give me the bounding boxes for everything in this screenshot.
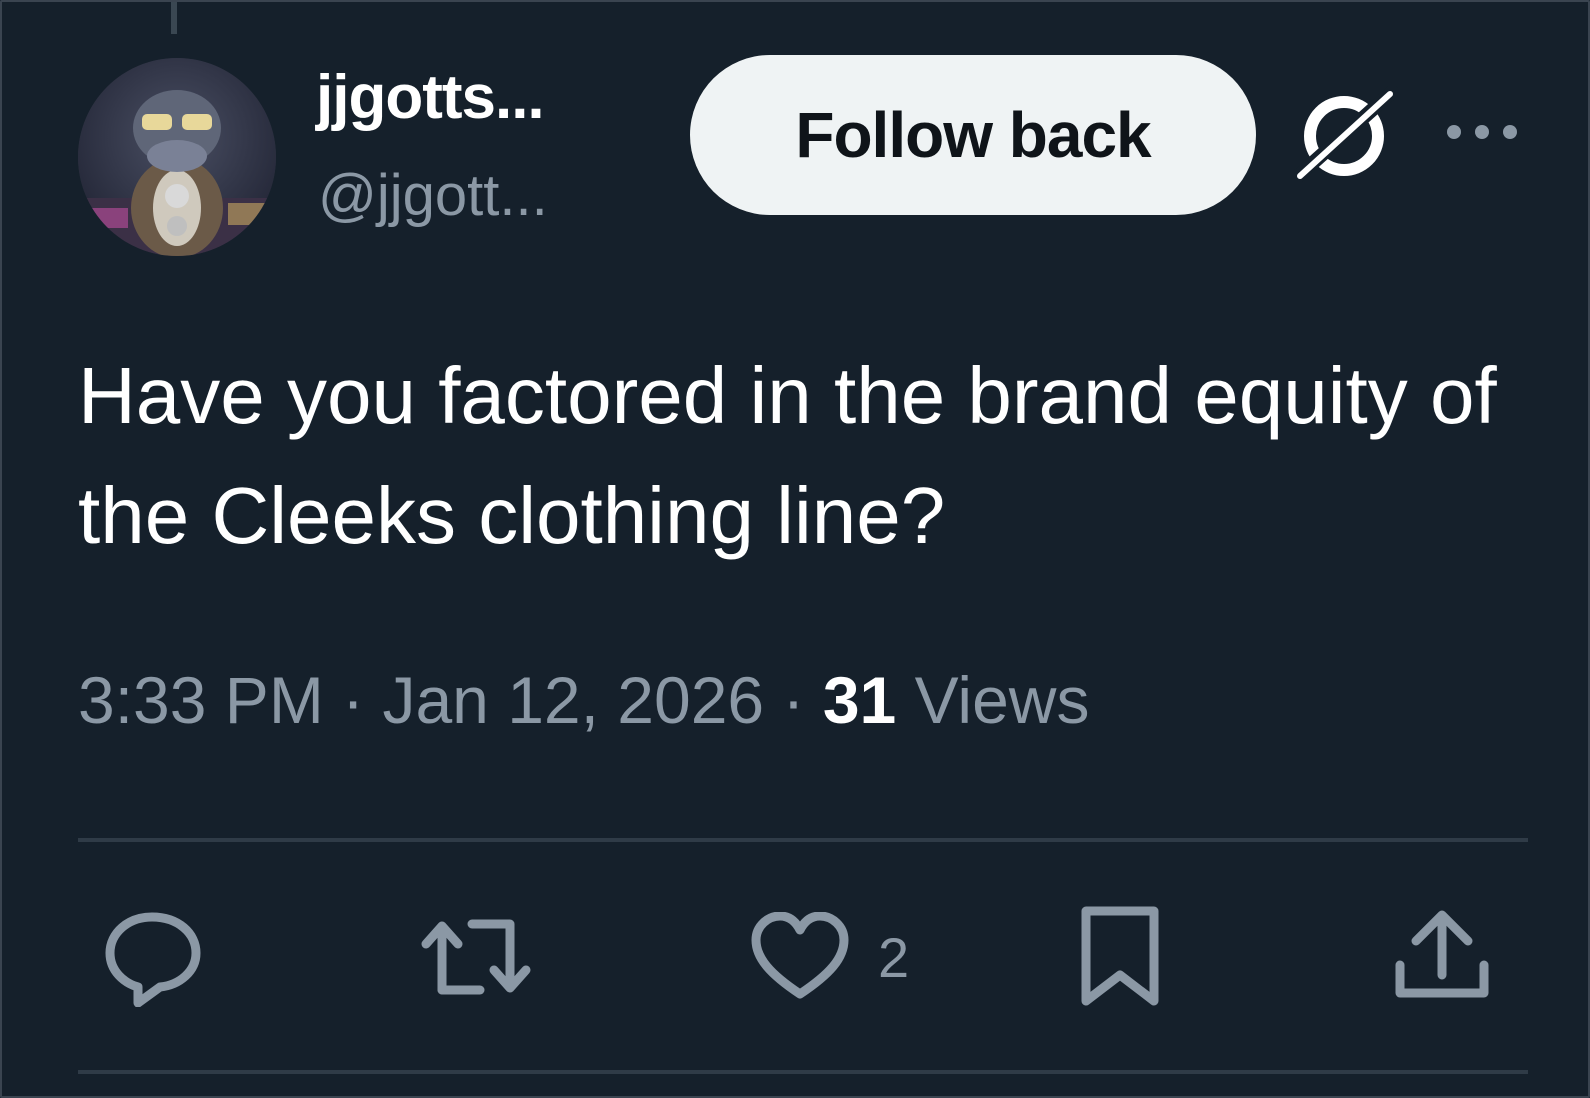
tweet-time[interactable]: 3:33 PM: [78, 663, 324, 737]
divider-bottom: [78, 1070, 1528, 1074]
divider-top: [78, 838, 1528, 842]
tweet-meta: 3:33 PM · Jan 12, 2026 · 31 Views: [78, 662, 1089, 738]
reply-button[interactable]: [102, 902, 202, 1012]
retweet-button[interactable]: [420, 902, 532, 1012]
like-count: 2: [878, 925, 910, 989]
reply-icon: [105, 912, 201, 1007]
share-button[interactable]: [1392, 902, 1492, 1012]
meta-separator: ·: [342, 663, 365, 737]
avatar[interactable]: [78, 58, 276, 256]
author-display-name[interactable]: jjgotts...: [316, 62, 545, 133]
grok-icon[interactable]: [1289, 85, 1399, 185]
meta-separator: ·: [782, 663, 805, 737]
tweet-text: Have you factored in the brand equity of…: [78, 351, 1497, 560]
tweet-detail: jjgotts... @jjgott... Follow back Have y…: [0, 0, 1590, 1098]
like-button[interactable]: 2: [750, 902, 909, 1012]
tweet-date[interactable]: Jan 12, 2026: [382, 663, 764, 737]
views-count: 31: [822, 663, 897, 737]
views-label: Views: [914, 663, 1090, 737]
bookmark-button[interactable]: [1080, 902, 1160, 1012]
bookmark-icon: [1081, 906, 1159, 1006]
share-icon: [1395, 910, 1489, 998]
more-options-icon[interactable]: [1442, 112, 1522, 152]
retweet-icon: [421, 919, 531, 995]
follow-back-button[interactable]: Follow back: [690, 55, 1256, 215]
thread-connector-line: [171, 2, 177, 34]
heart-icon: [751, 912, 849, 999]
author-handle[interactable]: @jjgott...: [318, 162, 548, 229]
